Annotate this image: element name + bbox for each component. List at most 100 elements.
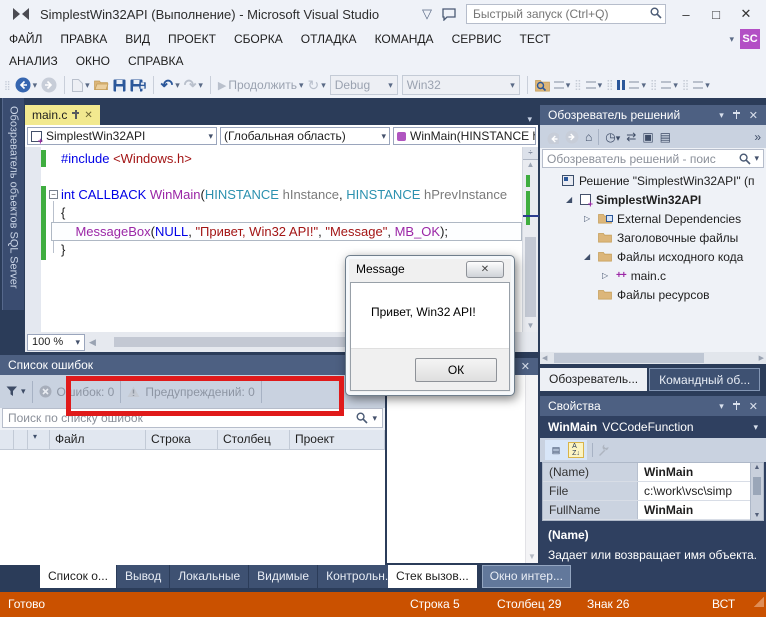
expand-arrow-icon[interactable]: ▷	[602, 271, 611, 280]
error-list-body[interactable]	[0, 450, 385, 565]
column-header[interactable]	[0, 430, 14, 449]
menu-item[interactable]: СЕРВИС	[443, 29, 511, 49]
right-tab[interactable]: Обозреватель...	[540, 368, 647, 391]
new-file-button[interactable]: ▾	[72, 79, 90, 92]
save-all-button[interactable]	[130, 79, 146, 92]
code-line[interactable]: int CALLBACK WinMain(HINSTANCE hInstance…	[61, 186, 522, 204]
tree-item[interactable]: ◢Файлы исходного кода	[540, 247, 766, 266]
menu-item[interactable]: АНАЛИЗ	[0, 51, 67, 71]
quick-launch-input[interactable]	[466, 4, 666, 24]
member-dropdown[interactable]: WinMain(HINSTANCE hI▾	[393, 127, 536, 145]
sql-server-object-explorer-tab[interactable]: Обозреватель объектов SQL Server	[2, 98, 24, 310]
toolbar-grip[interactable]: ⣿	[650, 80, 657, 91]
feedback-icon[interactable]	[442, 8, 456, 21]
restart-button[interactable]: ↻▾	[307, 77, 325, 94]
menu-item[interactable]: ВИД	[116, 29, 159, 49]
right-tab[interactable]: Командный об...	[649, 368, 760, 391]
error-list-title-bar[interactable]: Список ошибок ▾	[0, 355, 385, 375]
maximize-button[interactable]: □	[706, 7, 726, 22]
solution-configuration-select[interactable]: Debug▾	[330, 75, 398, 95]
undo-button[interactable]: ↶▾	[161, 76, 180, 94]
tree-item[interactable]: Решение "SimplestWin32API" (п	[540, 171, 766, 190]
property-value[interactable]: WinMain	[638, 501, 750, 519]
toolbar-overflow-button[interactable]: »	[754, 130, 761, 144]
bottom-tab[interactable]: Окно интер...	[482, 565, 571, 588]
collapse-region-icon[interactable]: −	[49, 190, 58, 199]
categorized-button[interactable]: ▤	[548, 442, 564, 458]
toolbar-overflow-chevron-icon[interactable]: ▾	[729, 34, 734, 45]
menu-item[interactable]: ОТЛАДКА	[292, 29, 366, 49]
column-header[interactable]: Проект	[290, 430, 385, 449]
navigate-back-button[interactable]: ▾	[15, 77, 38, 93]
property-grid-scrollbar[interactable]: ▲▼	[750, 463, 763, 520]
menu-item[interactable]: ТЕСТ	[511, 29, 560, 49]
find-in-files-button[interactable]	[535, 79, 550, 92]
scroll-up-icon[interactable]: ▲	[523, 160, 538, 169]
navigate-forward-button[interactable]	[41, 77, 57, 93]
property-value[interactable]: c:\work\vsc\simp	[638, 482, 750, 500]
filter-button[interactable]: ▾	[6, 386, 26, 397]
dialog-title-bar[interactable]: Message ✕	[346, 256, 514, 282]
tree-item[interactable]: ▷++main.c	[540, 266, 766, 285]
tab-list-chevron-icon[interactable]: ▾	[527, 114, 538, 125]
window-menu-chevron-icon[interactable]: ▾	[719, 401, 724, 412]
toolbar-grip[interactable]: ⣿	[606, 80, 613, 91]
show-all-files-button[interactable]: ▤	[660, 130, 671, 144]
dialog-close-button[interactable]: ✕	[466, 261, 504, 278]
collapse-arrow-icon[interactable]: ◢	[566, 195, 575, 204]
resize-grip[interactable]	[754, 597, 764, 607]
break-all-button[interactable]	[617, 80, 625, 90]
debug-toolbar-button[interactable]: ▾	[693, 80, 710, 91]
property-value[interactable]: WinMain	[638, 463, 750, 481]
close-icon[interactable]: ✕	[749, 400, 758, 413]
scope-dropdown[interactable]: (Глобальная область)▾	[220, 127, 390, 145]
forward-button[interactable]	[565, 130, 579, 144]
property-pages-button[interactable]	[598, 444, 610, 456]
open-file-button[interactable]	[94, 79, 109, 91]
debug-toolbar-button[interactable]: ▾	[586, 80, 603, 91]
editor-zoom-select[interactable]: 100 %▾	[27, 334, 85, 351]
pin-icon[interactable]	[733, 110, 740, 120]
scroll-left-icon[interactable]: ◀	[542, 354, 547, 362]
split-window-handle[interactable]: ÷	[523, 147, 538, 160]
toolbar-grip[interactable]: ⣿	[574, 80, 581, 91]
redo-button[interactable]: ↷▾	[184, 76, 203, 94]
menu-item[interactable]: ПРАВКА	[51, 29, 116, 49]
bottom-tab[interactable]: Стек вызов...	[388, 565, 477, 588]
scroll-right-icon[interactable]: ▶	[759, 354, 764, 362]
property-row[interactable]: Filec:\work\vsc\simp	[543, 482, 763, 501]
solution-explorer-title-bar[interactable]: Обозреватель решений ▾ ✕	[540, 105, 766, 125]
collapse-all-button[interactable]: ▣	[642, 130, 653, 144]
menu-item[interactable]: ОКНО	[67, 51, 119, 71]
expand-arrow-icon[interactable]: ▷	[584, 214, 593, 223]
user-account-badge[interactable]: SC	[740, 29, 760, 49]
debug-toolbar-button[interactable]: ▾	[629, 80, 646, 91]
code-line[interactable]: {	[61, 204, 522, 222]
alphabetical-sort-button[interactable]: AZ↓	[568, 442, 584, 458]
continue-button[interactable]: ▶ Продолжить ▾	[218, 78, 304, 92]
debug-toolbar-button[interactable]: ▾	[661, 80, 678, 91]
code-line[interactable]: #include <Windows.h>	[61, 150, 522, 168]
tree-item[interactable]: ▷External Dependencies	[540, 209, 766, 228]
callstack-body[interactable]: ▼	[387, 375, 538, 563]
breakpoint-margin[interactable]	[25, 147, 41, 332]
back-button[interactable]	[545, 130, 559, 144]
column-header[interactable]: ▾	[28, 430, 50, 449]
ok-button[interactable]: ОК	[415, 358, 497, 382]
sync-with-active-document-button[interactable]: ⇄	[626, 130, 636, 144]
solution-horizontal-scrollbar[interactable]: ◀ ▶	[540, 352, 766, 364]
tree-item[interactable]: Заголовочные файлы	[540, 228, 766, 247]
property-row[interactable]: (Name)WinMain	[543, 463, 763, 482]
close-button[interactable]: ✕	[736, 6, 756, 22]
bottom-tab[interactable]: Локальные	[170, 565, 248, 588]
collapse-arrow-icon[interactable]: ◢	[584, 252, 593, 261]
save-button[interactable]	[113, 79, 126, 92]
callstack-scrollbar[interactable]: ▼	[525, 375, 538, 563]
menu-item[interactable]: СБОРКА	[225, 29, 292, 49]
window-menu-chevron-icon[interactable]: ▾	[719, 110, 724, 121]
close-icon[interactable]: ✕	[749, 109, 758, 122]
menu-item[interactable]: КОМАНДА	[366, 29, 443, 49]
debug-toolbar-button[interactable]: ▾	[554, 80, 571, 91]
close-icon[interactable]: ✕	[84, 110, 92, 121]
editor-vertical-scrollbar[interactable]: ÷ ▲ ▼	[522, 147, 538, 332]
